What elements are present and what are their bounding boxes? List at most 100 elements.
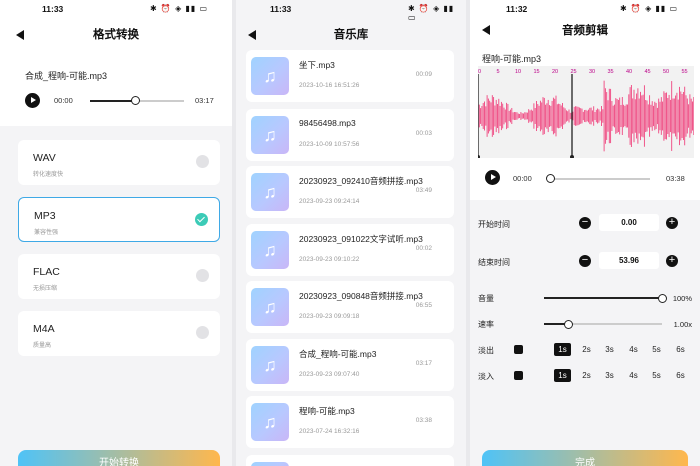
item-date: 2023-09-23 09:09:18	[299, 313, 360, 320]
volume-slider[interactable]	[544, 293, 667, 303]
music-note-icon: ♫	[251, 346, 289, 384]
fade-out-option-1s[interactable]: 1s	[554, 343, 571, 356]
ruler-label: 40	[626, 69, 633, 75]
fade-out-toggle[interactable]	[514, 345, 523, 354]
item-duration: 03:17	[415, 360, 432, 367]
ruler-label: 25	[570, 69, 577, 75]
file-name: 程响-可能.mp3	[482, 54, 542, 64]
plus-icon[interactable]: +	[666, 255, 678, 267]
status-icons: ✱ ⏰ ◈ ▮▮ ▭	[408, 4, 455, 22]
play-button[interactable]	[485, 170, 500, 185]
progress-knob[interactable]	[131, 96, 140, 105]
music-note-icon: ♫	[251, 116, 289, 154]
fade-out-option-6s[interactable]: 6s	[672, 343, 689, 356]
fade-in-option-2s[interactable]: 2s	[578, 369, 595, 382]
waveform-graphic	[476, 74, 695, 159]
trim-handle	[476, 155, 480, 159]
format-option-flac[interactable]: FLAC 无损压缩	[18, 254, 220, 299]
done-button[interactable]: 完成	[482, 450, 688, 466]
list-item[interactable]: ♫ 20230923_092410音频拼接.mp3 2023-09-23 09:…	[246, 166, 454, 218]
radio-icon[interactable]	[196, 155, 209, 168]
item-duration: 06:55	[415, 302, 432, 309]
ruler-label: 50	[663, 69, 670, 75]
music-note-icon	[251, 462, 289, 466]
ruler-label: 30	[589, 69, 596, 75]
fade-in-toggle[interactable]	[514, 371, 523, 380]
item-duration: 00:09	[415, 71, 432, 78]
page-title: 格式转换	[93, 29, 139, 41]
fade-in-option-5s[interactable]: 5s	[648, 369, 665, 382]
music-note-icon: ♫	[251, 173, 289, 211]
fade-out-option-4s[interactable]: 4s	[625, 343, 642, 356]
item-name: 20230923_092410音频拼接.mp3	[299, 176, 423, 186]
item-name: 20230923_091022文字试听.mp3	[299, 234, 423, 244]
file-name: 合成_程响-可能.mp3	[25, 71, 108, 81]
speed-slider[interactable]	[544, 319, 662, 329]
item-date: 2023-10-09 10:57:56	[299, 141, 360, 148]
check-icon[interactable]	[195, 213, 208, 226]
list-item[interactable]	[246, 455, 454, 466]
fade-out-option-3s[interactable]: 3s	[601, 343, 618, 356]
volume-label: 音量	[478, 294, 494, 303]
ruler-label: 20	[552, 69, 559, 75]
status-bar: 11:33 ✱ ⏰ ◈ ▮▮ ▭	[0, 4, 232, 18]
status-icons: ✱ ⏰ ◈ ▮▮ ▭	[150, 4, 209, 13]
list-item[interactable]: ♫ 20230923_091022文字试听.mp3 2023-09-23 09:…	[246, 224, 454, 276]
item-date: 2023-10-16 16:51:26	[299, 82, 360, 89]
ruler-label: 15	[533, 69, 540, 75]
item-name: 坐下.mp3	[299, 60, 335, 70]
progress-knob[interactable]	[546, 174, 555, 183]
volume-knob[interactable]	[658, 293, 667, 303]
plus-icon[interactable]: +	[666, 217, 678, 229]
volume-fill	[544, 297, 662, 299]
fade-in-option-4s[interactable]: 4s	[625, 369, 642, 382]
minus-icon[interactable]: −	[579, 217, 591, 229]
volume-value: 100%	[672, 294, 692, 303]
start-time-label: 开始时间	[478, 220, 510, 229]
waveform[interactable]	[476, 66, 695, 159]
list-item[interactable]: ♫ 坐下.mp3 2023-10-16 16:51:26 00:09	[246, 50, 454, 102]
format-option-m4a[interactable]: M4A 质量高	[18, 311, 220, 356]
format-option-wav[interactable]: WAV 转化速度快	[18, 140, 220, 185]
fade-out-option-5s[interactable]: 5s	[648, 343, 665, 356]
fade-out-option-2s[interactable]: 2s	[578, 343, 595, 356]
speed-knob[interactable]	[564, 319, 573, 329]
fade-in-option-1s[interactable]: 1s	[554, 369, 571, 382]
fade-out-label: 淡出	[478, 346, 494, 355]
format-option-mp3[interactable]: MP3 兼容性强	[18, 197, 220, 242]
end-time-input[interactable]: 53.96	[599, 252, 659, 269]
format-name: WAV	[33, 152, 56, 164]
trim-handle	[570, 155, 574, 159]
format-convert-screen: 11:33 ✱ ⏰ ◈ ▮▮ ▭ 格式转换 合成_程响-可能.mp3 00:00…	[0, 0, 232, 466]
list-item[interactable]: ♫ 20230923_090848音频拼接.mp3 2023-09-23 09:…	[246, 281, 454, 333]
status-time: 11:33	[42, 4, 64, 14]
list-item[interactable]: ♫ 98456498.mp3 2023-10-09 10:57:56 00:03	[246, 109, 454, 161]
item-duration: 03:38	[415, 417, 432, 424]
music-library-screen: 11:33 ✱ ⏰ ◈ ▮▮ ▭ 音乐库 ♫ 坐下.mp3 2023-10-16…	[236, 0, 466, 466]
item-date: 2023-09-23 09:10:22	[299, 256, 360, 263]
start-time-input[interactable]: 0.00	[599, 214, 659, 231]
current-time: 00:00	[54, 96, 73, 105]
page-title: 音频剪辑	[562, 25, 608, 37]
item-name: 20230923_090848音频拼接.mp3	[299, 291, 423, 301]
progress-track[interactable]	[546, 174, 650, 183]
status-icons: ✱ ⏰ ◈ ▮▮ ▭	[620, 4, 679, 13]
ruler-label: 45	[644, 69, 651, 75]
format-desc: 质量高	[33, 343, 52, 349]
page-title: 音乐库	[333, 29, 369, 41]
list-item[interactable]: ♫ 合成_程响-可能.mp3 2023-09-23 09:07:40 03:17	[246, 339, 454, 391]
radio-icon[interactable]	[196, 326, 209, 339]
list-item[interactable]: ♫ 程响-可能.mp3 2023-07-24 16:32:16 03:38	[246, 396, 454, 448]
play-button[interactable]	[25, 93, 40, 108]
ruler-label: 10	[515, 69, 522, 75]
status-time: 11:33	[270, 4, 292, 14]
radio-icon[interactable]	[196, 269, 209, 282]
start-convert-button[interactable]: 开始转换	[18, 450, 220, 466]
item-name: 程响-可能.mp3	[299, 406, 355, 416]
fade-in-option-3s[interactable]: 3s	[601, 369, 618, 382]
minus-icon[interactable]: −	[579, 255, 591, 267]
progress-track[interactable]	[90, 96, 184, 105]
fade-in-option-6s[interactable]: 6s	[672, 369, 689, 382]
speed-value: 1.00x	[673, 320, 692, 329]
music-note-icon: ♫	[251, 57, 289, 95]
